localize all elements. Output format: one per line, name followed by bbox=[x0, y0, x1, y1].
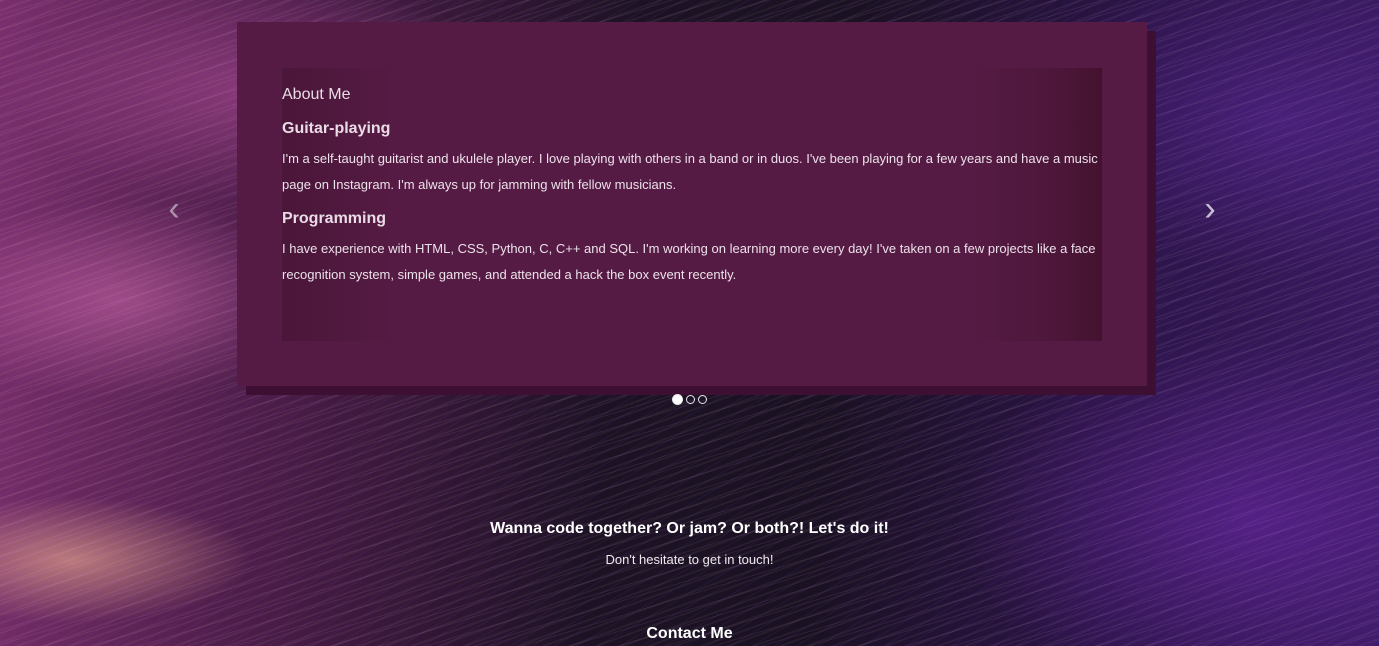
carousel-next-button[interactable]: › bbox=[1198, 192, 1222, 226]
programming-heading: Programming bbox=[282, 210, 387, 227]
programming-text: I have experience with HTML, CSS, Python… bbox=[282, 241, 1096, 282]
contact-heading: Contact Me bbox=[646, 625, 733, 642]
guitar-text: I'm a self-taught guitarist and ukulele … bbox=[282, 151, 1098, 192]
carousel-indicators bbox=[672, 394, 707, 405]
chevron-right-icon: › bbox=[1204, 190, 1216, 228]
guitar-heading: Guitar-playing bbox=[282, 120, 391, 137]
cta-heading: Wanna code together? Or jam? Or both?! L… bbox=[490, 520, 889, 537]
cta-subtext: Don't hesitate to get in touch! bbox=[605, 552, 774, 567]
about-title: About Me bbox=[282, 86, 351, 103]
carousel-indicator-1[interactable] bbox=[672, 394, 683, 405]
carousel-indicator-3[interactable] bbox=[698, 395, 707, 404]
slide-content: About Me Guitar-playing I'm a self-taugh… bbox=[282, 86, 1098, 300]
chevron-left-icon: ‹ bbox=[168, 190, 180, 228]
carousel-prev-button[interactable]: ‹ bbox=[162, 192, 186, 226]
carousel-indicator-2[interactable] bbox=[686, 395, 695, 404]
carousel-slide: About Me Guitar-playing I'm a self-taugh… bbox=[282, 68, 1102, 341]
about-carousel: About Me Guitar-playing I'm a self-taugh… bbox=[237, 22, 1147, 386]
